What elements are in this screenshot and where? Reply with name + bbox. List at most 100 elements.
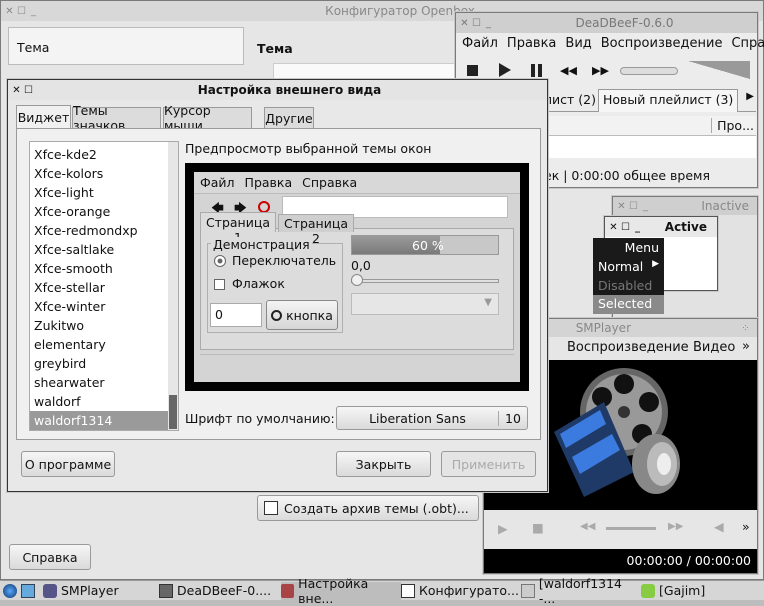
list-item[interactable]: shearwater bbox=[30, 373, 178, 392]
checkbox-icon bbox=[214, 279, 225, 290]
menu-playback[interactable]: Воспроизведение bbox=[567, 340, 689, 355]
stop-icon[interactable]: ■ bbox=[532, 520, 544, 535]
deadbeef-titlebar[interactable]: ✕ ☐ _ DeaDBeeF-0.6.0 bbox=[456, 13, 757, 33]
radio-icon bbox=[214, 255, 226, 267]
seek-bar[interactable] bbox=[620, 67, 678, 75]
menu-edit[interactable]: Правка bbox=[507, 36, 556, 51]
about-button[interactable]: О программе bbox=[21, 451, 115, 477]
list-item[interactable]: greybird bbox=[30, 354, 178, 373]
minimize-icon[interactable]: _ bbox=[29, 6, 38, 17]
list-item[interactable]: Xfce-kolors bbox=[30, 164, 178, 183]
taskbar-item-appearance[interactable]: Настройка вне... bbox=[281, 576, 401, 606]
close-icon[interactable]: ⁘ bbox=[741, 323, 750, 334]
tab-icon-themes[interactable]: Темы значков bbox=[72, 103, 161, 133]
play-icon[interactable] bbox=[499, 63, 511, 77]
inactive-titlebar: ✕ ☐ _ Inactive bbox=[613, 197, 757, 215]
apply-button[interactable]: Применить bbox=[441, 451, 536, 477]
appearance-icon bbox=[281, 583, 295, 598]
dialog-titlebar[interactable]: ✕ ☐ Настройка внешнего вида bbox=[8, 80, 547, 100]
taskbar-item-gajim[interactable]: [Gajim] bbox=[641, 583, 741, 598]
progress-text: 60 % bbox=[412, 238, 444, 253]
close-icon[interactable]: ✕ bbox=[460, 18, 469, 29]
close-button[interactable]: Закрыть bbox=[336, 451, 431, 477]
sidebar-theme-label[interactable]: Тема bbox=[17, 40, 49, 55]
taskbar-item-deadbeef[interactable]: DeaDBeeF-0.... bbox=[159, 583, 281, 598]
appearance-dialog: ✕ ☐ Настройка внешнего вида Виджет Темы … bbox=[7, 79, 548, 492]
openbox-icon bbox=[401, 583, 415, 598]
column-header[interactable]: Про... bbox=[711, 118, 754, 133]
seek-bar[interactable] bbox=[606, 527, 656, 530]
prev-icon[interactable]: ◀◀ bbox=[560, 64, 577, 77]
list-item[interactable]: waldorf bbox=[30, 392, 178, 411]
theme-heading: Тема bbox=[257, 41, 293, 56]
preview-menubar: Файл Правка Справка bbox=[194, 172, 520, 194]
list-item[interactable]: Xfce-orange bbox=[30, 202, 178, 221]
list-item[interactable]: elementary bbox=[30, 335, 178, 354]
minimize-icon: _ bbox=[643, 200, 648, 212]
tabs-scroll-right[interactable]: ▶ bbox=[746, 91, 754, 102]
preview-button: кнопка bbox=[266, 300, 338, 330]
next-icon[interactable]: ▶▶ bbox=[592, 64, 609, 77]
tab-mouse-cursor[interactable]: Курсор мыши bbox=[163, 103, 252, 133]
playlist-body[interactable] bbox=[544, 136, 756, 158]
tab-other[interactable]: Другие bbox=[264, 107, 314, 128]
desktop-icon[interactable] bbox=[21, 583, 35, 598]
chevron-down-icon: ▼ bbox=[484, 297, 492, 308]
preview-combo: ▼ bbox=[351, 293, 499, 315]
taskbar-item-openbox[interactable]: Конфигурато... bbox=[401, 583, 521, 598]
list-item[interactable]: waldorf1314 bbox=[30, 411, 178, 430]
menu-more[interactable]: » bbox=[742, 339, 750, 354]
maximize-icon[interactable]: ☐ bbox=[17, 6, 26, 17]
list-item[interactable]: Xfce-kde2 bbox=[30, 145, 178, 164]
close-icon[interactable]: ✕ bbox=[5, 6, 14, 17]
more-icon[interactable]: » bbox=[742, 519, 750, 534]
volume-icon[interactable]: ◀ bbox=[714, 519, 724, 534]
list-item[interactable]: Xfce-saltlake bbox=[30, 240, 178, 259]
play-icon[interactable]: ▶ bbox=[498, 521, 508, 536]
pause-icon[interactable] bbox=[531, 64, 542, 77]
tab-widget[interactable]: Виджет bbox=[16, 105, 71, 128]
deadbeef-title: DeaDBeeF-0.6.0 bbox=[575, 16, 674, 30]
close-icon[interactable]: ✕ bbox=[12, 85, 21, 96]
menu-view[interactable]: Вид bbox=[565, 36, 591, 51]
terminal-icon bbox=[521, 583, 535, 598]
menu-icon[interactable] bbox=[3, 583, 17, 598]
menu-file[interactable]: Файл bbox=[462, 36, 498, 51]
help-button[interactable]: Справка bbox=[9, 544, 91, 570]
theme-list[interactable]: Xfce-kde2 Xfce-kolors Xfce-light Xfce-orang… bbox=[29, 141, 179, 431]
archive-icon bbox=[264, 501, 278, 515]
close-icon: ✕ bbox=[609, 221, 618, 233]
rewind-icon[interactable]: ◀◀ bbox=[580, 521, 595, 532]
maximize-icon[interactable]: ☐ bbox=[24, 85, 33, 96]
preview-tab-1: Страница 1 bbox=[200, 212, 276, 245]
maximize-icon: ☐ bbox=[629, 200, 638, 212]
stop-icon[interactable] bbox=[467, 65, 478, 76]
list-item[interactable]: Xfce-smooth bbox=[30, 259, 178, 278]
menu-help[interactable]: Справка bbox=[731, 36, 764, 51]
checkbox-label: Флажок bbox=[232, 276, 285, 291]
submenu-arrow-icon: ▶ bbox=[652, 259, 659, 269]
menu-video[interactable]: Видео bbox=[693, 340, 735, 355]
preview-menu-edit: Правка bbox=[244, 175, 293, 190]
minimize-icon[interactable]: _ bbox=[484, 18, 493, 29]
list-item[interactable]: Zukitwo bbox=[30, 316, 178, 335]
tab-playlist-2[interactable]: лист (2) bbox=[544, 92, 596, 107]
taskbar-item-smplayer[interactable]: SMPlayer bbox=[43, 583, 159, 598]
list-item[interactable]: Xfce-light bbox=[30, 183, 178, 202]
scrollbar-thumb[interactable] bbox=[169, 395, 177, 429]
taskbar-item-terminal[interactable]: [waldorf1314 -... bbox=[521, 576, 641, 606]
taskbar: SMPlayer DeaDBeeF-0.... Настройка вне...… bbox=[0, 576, 764, 606]
maximize-icon[interactable]: ☐ bbox=[472, 18, 481, 29]
preview-scale bbox=[351, 279, 499, 283]
list-scrollbar[interactable] bbox=[168, 142, 178, 430]
list-item[interactable]: Xfce-redmondxp bbox=[30, 221, 178, 240]
create-archive-button[interactable]: Создать архив темы (.obt)... bbox=[257, 495, 479, 521]
volume-bar[interactable] bbox=[688, 61, 750, 79]
list-item[interactable]: Xfce-stellar bbox=[30, 278, 178, 297]
tab-playlist-3[interactable]: Новый плейлист (3) bbox=[598, 89, 739, 112]
dialog-tabs: Виджет Темы значков Курсор мыши Другие bbox=[16, 103, 536, 133]
font-button[interactable]: Liberation Sans 10 bbox=[336, 406, 528, 430]
list-item[interactable]: Xfce-winter bbox=[30, 297, 178, 316]
forward-icon[interactable]: ▶▶ bbox=[668, 521, 683, 532]
menu-playback[interactable]: Воспроизведение bbox=[601, 36, 723, 51]
